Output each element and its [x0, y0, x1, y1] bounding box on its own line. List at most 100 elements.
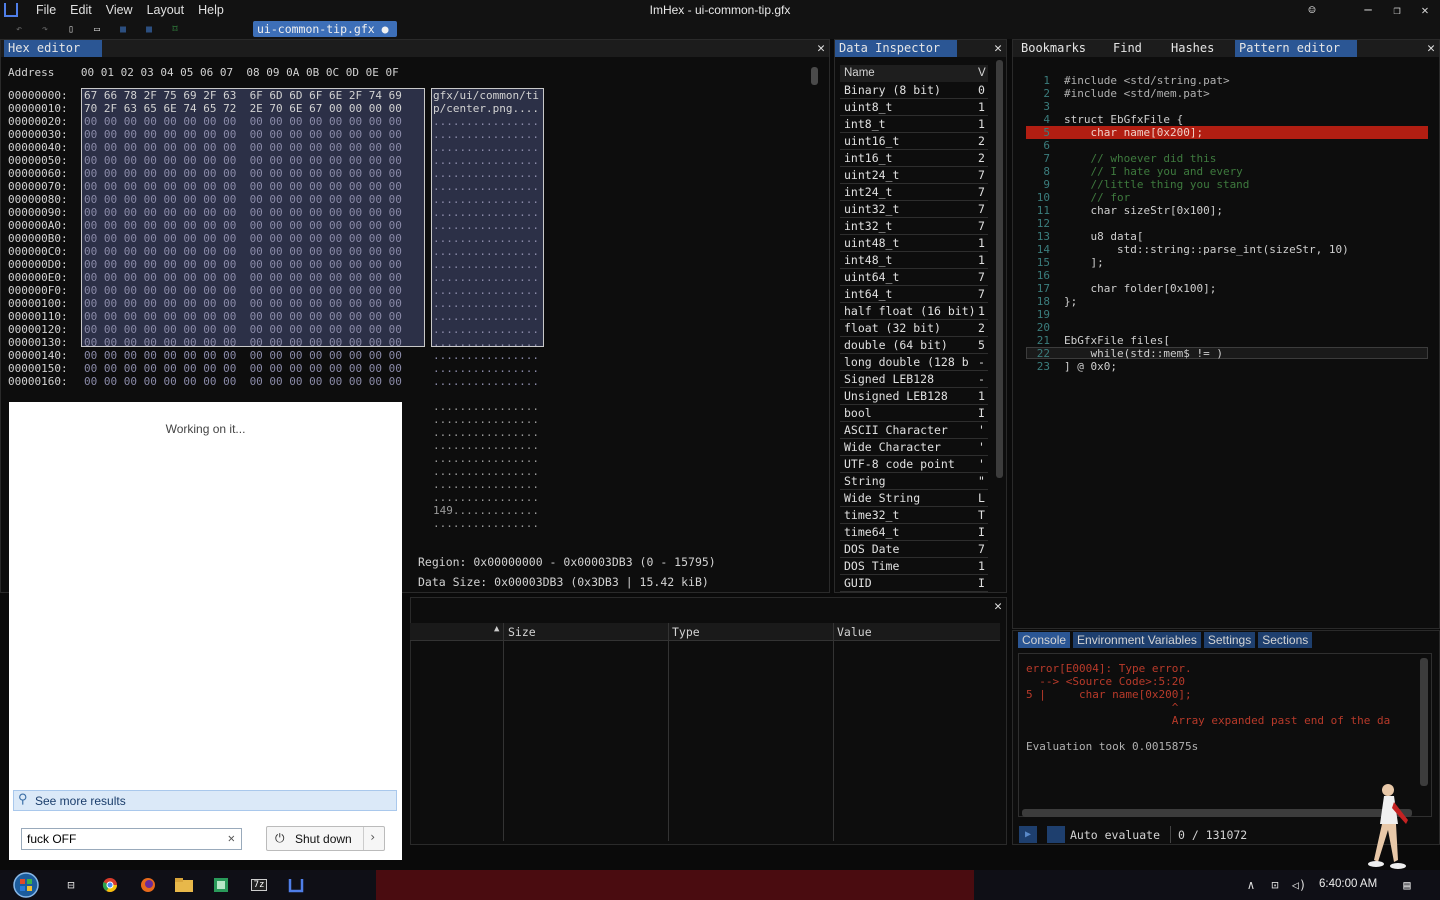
hex-ascii[interactable]: ................	[433, 478, 539, 491]
inspector-row[interactable]: uint8_t 1	[840, 99, 988, 116]
hex-ascii[interactable]: ................	[433, 245, 539, 258]
inspector-row[interactable]: long double (128 b-	[840, 354, 988, 371]
hex-bytes[interactable]: 00 00 00 00 00 00 00 00 00 00 00 00 00 0…	[84, 128, 402, 141]
hex-ascii[interactable]: ................	[433, 284, 539, 297]
tab-pattern-editor[interactable]: Pattern editor	[1235, 40, 1357, 57]
hex-ascii[interactable]: ................	[433, 362, 539, 375]
inspector-row[interactable]: DOS Time 1	[840, 558, 988, 575]
shutdown-button[interactable]: ⏻ Shut down ›	[266, 826, 385, 851]
hex-bytes[interactable]: 00 00 00 00 00 00 00 00 00 00 00 00 00 0…	[84, 141, 402, 154]
hex-bytes[interactable]: 00 00 00 00 00 00 00 00 00 00 00 00 00 0…	[84, 362, 402, 375]
hex-ascii[interactable]: ................	[433, 349, 539, 362]
hex-ascii[interactable]: ................	[433, 323, 539, 336]
inspector-row[interactable]: Binary (8 bit) 0	[840, 82, 988, 99]
notification-icon[interactable]: ▤	[1398, 876, 1416, 894]
hex-bytes[interactable]: 00 00 00 00 00 00 00 00 00 00 00 00 00 0…	[84, 271, 402, 284]
hex-bytes[interactable]: 00 00 00 00 00 00 00 00 00 00 00 00 00 0…	[84, 219, 402, 232]
close-icon[interactable]: ✕	[994, 40, 1002, 57]
sort-up-icon[interactable]: ▲	[494, 624, 499, 634]
hex-bytes[interactable]: 00 00 00 00 00 00 00 00 00 00 00 00 00 0…	[84, 323, 402, 336]
hex-bytes[interactable]: 00 00 00 00 00 00 00 00 00 00 00 00 00 0…	[84, 297, 402, 310]
hex-ascii[interactable]: ................	[433, 141, 539, 154]
hex-ascii[interactable]: ................	[433, 400, 539, 413]
search-input[interactable]: fuck OFF ✕	[21, 828, 242, 850]
inspector-row[interactable]: Wide Character '	[840, 439, 988, 456]
inspector-row[interactable]: UTF-8 code point '	[840, 456, 988, 473]
hex-ascii[interactable]: ................	[433, 465, 539, 478]
col-size[interactable]: Size	[508, 625, 536, 639]
bookmark-icon[interactable]: ⌑	[168, 24, 182, 36]
close-icon[interactable]: ✕	[1427, 40, 1435, 57]
hex-ascii[interactable]: ................	[433, 517, 539, 530]
hex-ascii[interactable]: ................	[433, 271, 539, 284]
inspector-row[interactable]: half float (16 bit) 1	[840, 303, 988, 320]
hex-bytes[interactable]: 00 00 00 00 00 00 00 00 00 00 00 00 00 0…	[84, 310, 402, 323]
volume-icon[interactable]: ◁)	[1290, 876, 1308, 894]
hex-ascii[interactable]: ................	[433, 115, 539, 128]
inspector-row[interactable]: uint16_t 2	[840, 133, 988, 150]
hex-ascii[interactable]: ................	[433, 258, 539, 271]
hex-ascii[interactable]: p/center.png....	[433, 102, 539, 115]
run-icon[interactable]: ▶	[1019, 826, 1037, 843]
inspector-row[interactable]: int64_t 7	[840, 286, 988, 303]
hex-ascii[interactable]: ................	[433, 491, 539, 504]
chevron-up-icon[interactable]: ∧	[1242, 876, 1260, 894]
new-file-icon[interactable]: ▯	[64, 24, 78, 36]
console-hscrollbar[interactable]	[1022, 809, 1412, 817]
hex-ascii[interactable]: ................	[433, 452, 539, 465]
console-scrollbar[interactable]	[1420, 658, 1428, 786]
inspector-row[interactable]: bool I	[840, 405, 988, 422]
hex-bytes[interactable]: 00 00 00 00 00 00 00 00 00 00 00 00 00 0…	[84, 206, 402, 219]
hex-bytes[interactable]: 67 66 78 2F 75 69 2F 63 6F 6D 6D 6F 6E 2…	[84, 89, 402, 102]
hex-bytes[interactable]: 00 00 00 00 00 00 00 00 00 00 00 00 00 0…	[84, 193, 402, 206]
open-file-icon[interactable]: ▭	[90, 24, 104, 36]
inspector-row[interactable]: DOS Date 7	[840, 541, 988, 558]
hex-bytes[interactable]: 00 00 00 00 00 00 00 00 00 00 00 00 00 0…	[84, 284, 402, 297]
tab-hashes[interactable]: Hashes	[1167, 40, 1233, 57]
hex-ascii[interactable]: ................	[433, 206, 539, 219]
hex-ascii[interactable]: ................	[433, 375, 539, 388]
inspector-row[interactable]: int8_t 1	[840, 116, 988, 133]
inspector-row[interactable]: time32_t T	[840, 507, 988, 524]
close-icon[interactable]: ✕	[817, 40, 825, 57]
hex-ascii[interactable]: ................	[433, 232, 539, 245]
7zip-icon[interactable]: 7z	[250, 876, 268, 894]
hex-ascii[interactable]: 149.............	[433, 504, 539, 517]
inspector-row[interactable]: Signed LEB128 -	[840, 371, 988, 388]
col-type[interactable]: Type	[672, 625, 700, 639]
hex-bytes[interactable]: 00 00 00 00 00 00 00 00 00 00 00 00 00 0…	[84, 258, 402, 271]
hex-ascii[interactable]: ................	[433, 413, 539, 426]
menu-file[interactable]: File	[36, 3, 56, 17]
hex-bytes[interactable]: 70 2F 63 65 6E 74 65 72 2E 70 6E 67 00 0…	[84, 102, 402, 115]
inspector-row[interactable]: Unsigned LEB128 1	[840, 388, 988, 405]
undo-icon[interactable]: ↶	[12, 24, 26, 36]
tab-sections[interactable]: Sections	[1258, 632, 1313, 648]
save-icon[interactable]: ■	[116, 24, 130, 36]
hex-ascii[interactable]: ................	[433, 336, 539, 349]
tab-data-inspector[interactable]: Data Inspector	[835, 40, 957, 57]
inspector-row[interactable]: time64_t I	[840, 524, 988, 541]
inspector-row[interactable]: String "	[840, 473, 988, 490]
smiley-icon[interactable]: ☺	[1298, 0, 1326, 20]
save-as-icon[interactable]: ■	[142, 24, 156, 36]
inspector-row[interactable]: Wide String L	[840, 490, 988, 507]
auto-evaluate-checkbox[interactable]	[1047, 826, 1065, 843]
tab-settings[interactable]: Settings	[1203, 632, 1256, 648]
minimize-icon[interactable]: ─	[1354, 0, 1382, 20]
hex-bytes[interactable]: 00 00 00 00 00 00 00 00 00 00 00 00 00 0…	[84, 154, 402, 167]
hex-ascii[interactable]: ................	[433, 297, 539, 310]
task-view-icon[interactable]: ⊟	[62, 876, 80, 894]
tab-hex-editor[interactable]: Hex editor	[4, 40, 102, 57]
redo-icon[interactable]: ↷	[38, 24, 52, 36]
inspector-row[interactable]: uint24_t 7	[840, 167, 988, 184]
restore-icon[interactable]: ❐	[1383, 0, 1411, 20]
inspector-row[interactable]: uint32_t 7	[840, 201, 988, 218]
inspector-row[interactable]: float (32 bit) 2	[840, 320, 988, 337]
inspector-scrollbar[interactable]	[996, 60, 1003, 478]
inspector-row[interactable]: uint48_t 1	[840, 235, 988, 252]
hex-ascii[interactable]: ................	[433, 193, 539, 206]
menu-edit[interactable]: Edit	[70, 3, 92, 17]
inspector-row[interactable]: int24_t 7	[840, 184, 988, 201]
hex-bytes[interactable]: 00 00 00 00 00 00 00 00 00 00 00 00 00 0…	[84, 167, 402, 180]
inspector-row[interactable]: int32_t 7	[840, 218, 988, 235]
